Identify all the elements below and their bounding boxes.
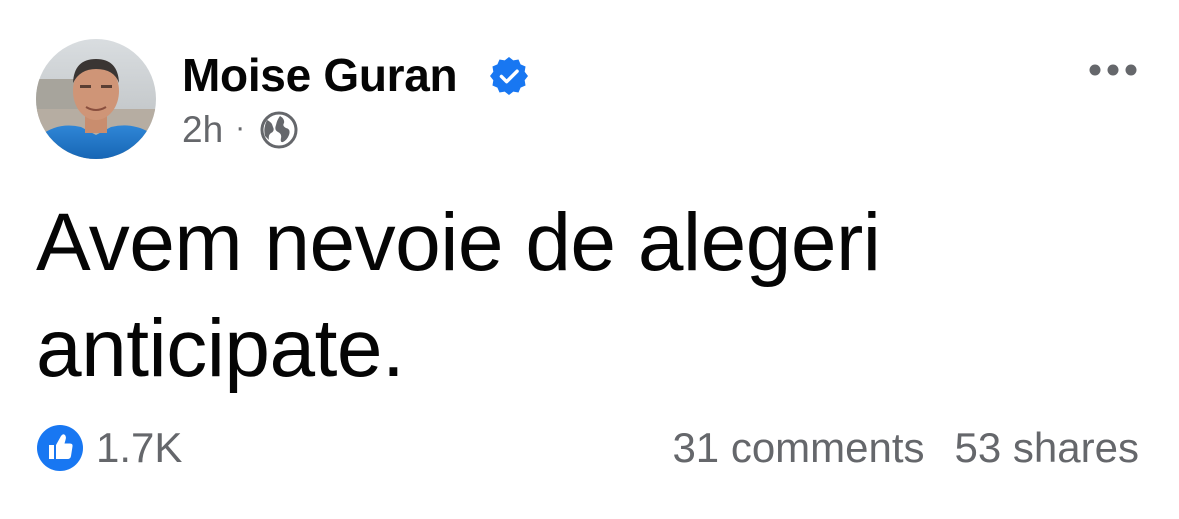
post-text-line: anticipate. — [36, 303, 405, 394]
shares-count-link[interactable]: 53 shares — [955, 424, 1139, 472]
post-text: Avem nevoie de alegeri anticipate. — [36, 190, 1136, 402]
author-avatar[interactable] — [36, 39, 156, 159]
profile-photo-icon — [36, 39, 156, 159]
engagement-counts: 31 comments 53 shares — [672, 422, 1139, 474]
verified-badge-icon — [490, 57, 528, 95]
post-card: Moise Guran 2h · Avem nevoie de alegeri … — [0, 0, 1179, 519]
author-name[interactable]: Moise Guran — [182, 48, 458, 102]
globe-icon[interactable] — [259, 110, 299, 150]
post-text-line: Avem nevoie de alegeri — [36, 197, 881, 288]
like-icon — [37, 425, 83, 471]
reactions-summary[interactable]: 1.7K — [36, 422, 182, 474]
post-timestamp[interactable]: 2h — [182, 109, 223, 151]
reaction-count: 1.7K — [96, 424, 183, 471]
meta-separator: · — [235, 111, 246, 144]
more-options-icon[interactable] — [1086, 58, 1140, 82]
post-meta: 2h · — [182, 108, 299, 152]
comments-count-link[interactable]: 31 comments — [672, 424, 924, 472]
